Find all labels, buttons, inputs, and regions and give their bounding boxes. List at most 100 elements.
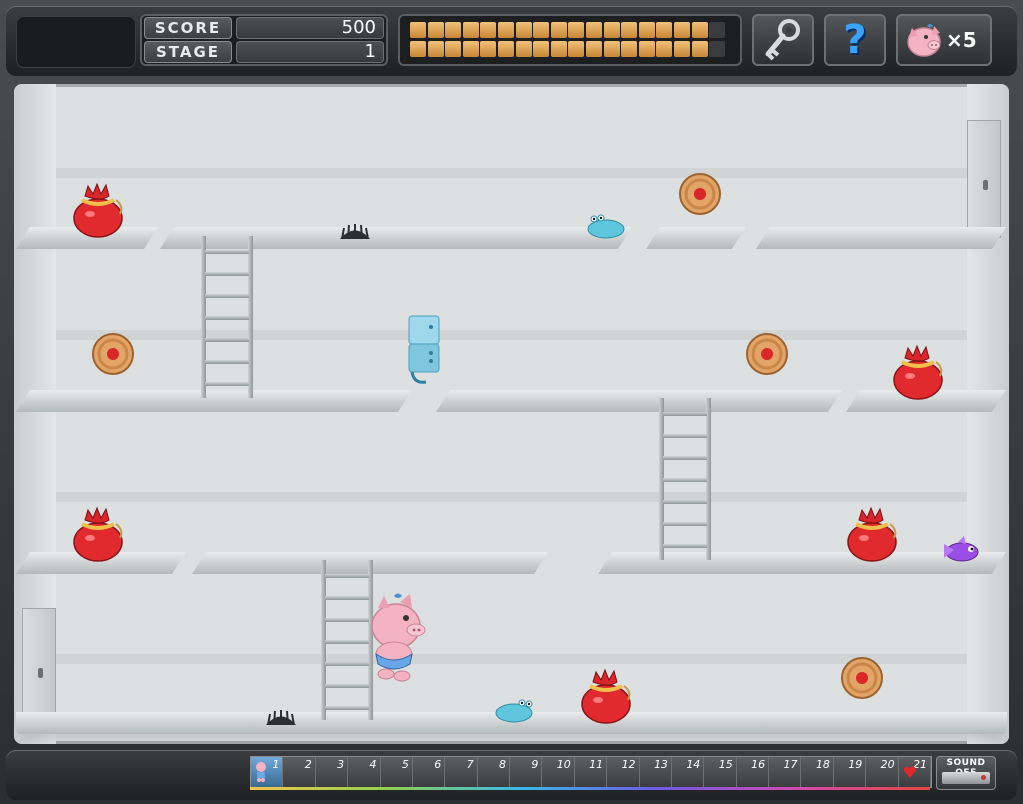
stage-cell[interactable]: 17: [769, 757, 802, 787]
energy-cell: [656, 22, 673, 38]
energy-cell: [515, 41, 532, 57]
lives-count: ×5: [946, 28, 977, 52]
stage-number: 7: [466, 758, 474, 771]
ladder[interactable]: [659, 398, 711, 560]
pig-marker-icon: [256, 762, 266, 782]
money-bag-icon[interactable]: [846, 504, 900, 562]
hud-left-panel: [16, 16, 136, 68]
energy-cell: [603, 41, 620, 57]
cookie-icon[interactable]: [91, 332, 135, 376]
stage-number: 17: [783, 758, 798, 771]
back-wall-band: [56, 168, 967, 178]
slug-enemy[interactable]: [494, 696, 536, 724]
back-wall-band: [56, 330, 967, 340]
stage-value: 1: [236, 41, 384, 63]
back-wall-band: [56, 654, 967, 664]
stage-cell[interactable]: 3: [315, 757, 349, 787]
door-knob: [983, 180, 988, 190]
energy-cell: [621, 22, 638, 38]
energy-cell: [691, 22, 708, 38]
cookie-icon[interactable]: [678, 172, 722, 216]
energy-cell: [568, 22, 585, 38]
energy-cell: [603, 22, 620, 38]
stage-cell[interactable]: 6: [412, 757, 446, 787]
stage-number: 1: [272, 758, 280, 771]
stage-cell[interactable]: 9: [510, 757, 543, 787]
stage-cell[interactable]: 19: [833, 757, 867, 787]
help-button[interactable]: ?: [824, 14, 886, 66]
score-label: SCORE: [144, 17, 232, 39]
sound-toggle-button[interactable]: SOUND OFF: [936, 756, 996, 790]
stage-number: 16: [751, 758, 766, 771]
stage-cell[interactable]: 5: [380, 757, 413, 787]
energy-cell: [533, 22, 550, 38]
stage-label: STAGE: [144, 41, 232, 63]
stage-cell[interactable]: 1: [251, 757, 284, 787]
sound-switch: [942, 772, 990, 784]
energy-cell: [586, 22, 602, 38]
energy-cell: [550, 22, 567, 38]
energy-cell: [709, 22, 726, 38]
pig-player[interactable]: [364, 590, 428, 688]
ice-block[interactable]: [406, 314, 442, 386]
stage-cell[interactable]: 21 ♥: [898, 757, 931, 787]
cookie-icon[interactable]: [745, 332, 789, 376]
energy-cell: [638, 41, 655, 57]
stage-number: 18: [815, 758, 830, 771]
energy-cell: [621, 41, 638, 57]
energy-cell: [462, 22, 479, 38]
energy-cell: [638, 22, 655, 38]
stage-number: 14: [686, 758, 701, 771]
stage-cell[interactable]: 10: [542, 757, 575, 787]
score-row: SCORE 500: [144, 17, 384, 39]
stage-cell[interactable]: 16: [736, 757, 770, 787]
energy-cell: [480, 22, 497, 38]
energy-cell: [674, 41, 690, 57]
purple-fish-enemy[interactable]: [940, 534, 980, 564]
back-wall-band: [56, 492, 967, 502]
money-bag-icon[interactable]: [580, 666, 634, 724]
stage-number: 20: [880, 758, 895, 771]
stage-number: 19: [848, 758, 863, 771]
score-value: 500: [236, 17, 384, 39]
energy-cell: [410, 22, 426, 38]
bottom-bar: 1 2 3 4 5 6 7 8 9 10 11 12 13 14 15 16 17 18 19 20 21 ♥ SOUND…: [6, 750, 1017, 800]
energy-cell: [550, 41, 567, 57]
money-bag-icon[interactable]: [72, 504, 126, 562]
energy-meter: [398, 14, 742, 66]
pig-face-icon: [907, 24, 941, 57]
energy-cell: [568, 41, 585, 57]
energy-cell: [427, 22, 444, 38]
stage-cell[interactable]: 20: [866, 757, 899, 787]
stage-cell[interactable]: 13: [639, 757, 672, 787]
spike-trap[interactable]: [264, 710, 298, 726]
ladder[interactable]: [201, 236, 253, 398]
stage-cell[interactable]: 11: [574, 757, 608, 787]
stage-number: 4: [369, 758, 377, 771]
stage-cell[interactable]: 7: [445, 757, 478, 787]
exit-door[interactable]: [967, 120, 1001, 238]
sound-led: [981, 775, 986, 780]
stage-cell[interactable]: 8: [477, 757, 511, 787]
stage-cell[interactable]: 2: [283, 757, 316, 787]
entry-door[interactable]: [22, 608, 56, 726]
energy-cell: [480, 41, 497, 57]
money-bag-icon[interactable]: [892, 342, 946, 400]
stage-cell[interactable]: 4: [348, 757, 381, 787]
money-bag-icon[interactable]: [72, 180, 126, 238]
stage-number: 12: [621, 758, 636, 771]
stage-cell[interactable]: 12: [607, 757, 640, 787]
spike-trap[interactable]: [338, 224, 372, 240]
stage-cell[interactable]: 14: [671, 757, 705, 787]
stage-number: 11: [589, 758, 604, 771]
stage-number: 9: [531, 758, 539, 771]
slug-enemy[interactable]: [584, 212, 626, 240]
stage-cell[interactable]: 15: [704, 757, 737, 787]
stage-number: 13: [653, 758, 668, 771]
stage-cell[interactable]: 18: [801, 757, 834, 787]
lives-number: 5: [962, 28, 977, 52]
cookie-icon[interactable]: [840, 656, 884, 700]
stage-number: 3: [337, 758, 345, 771]
key-button[interactable]: [752, 14, 814, 66]
energy-cell: [674, 22, 690, 38]
